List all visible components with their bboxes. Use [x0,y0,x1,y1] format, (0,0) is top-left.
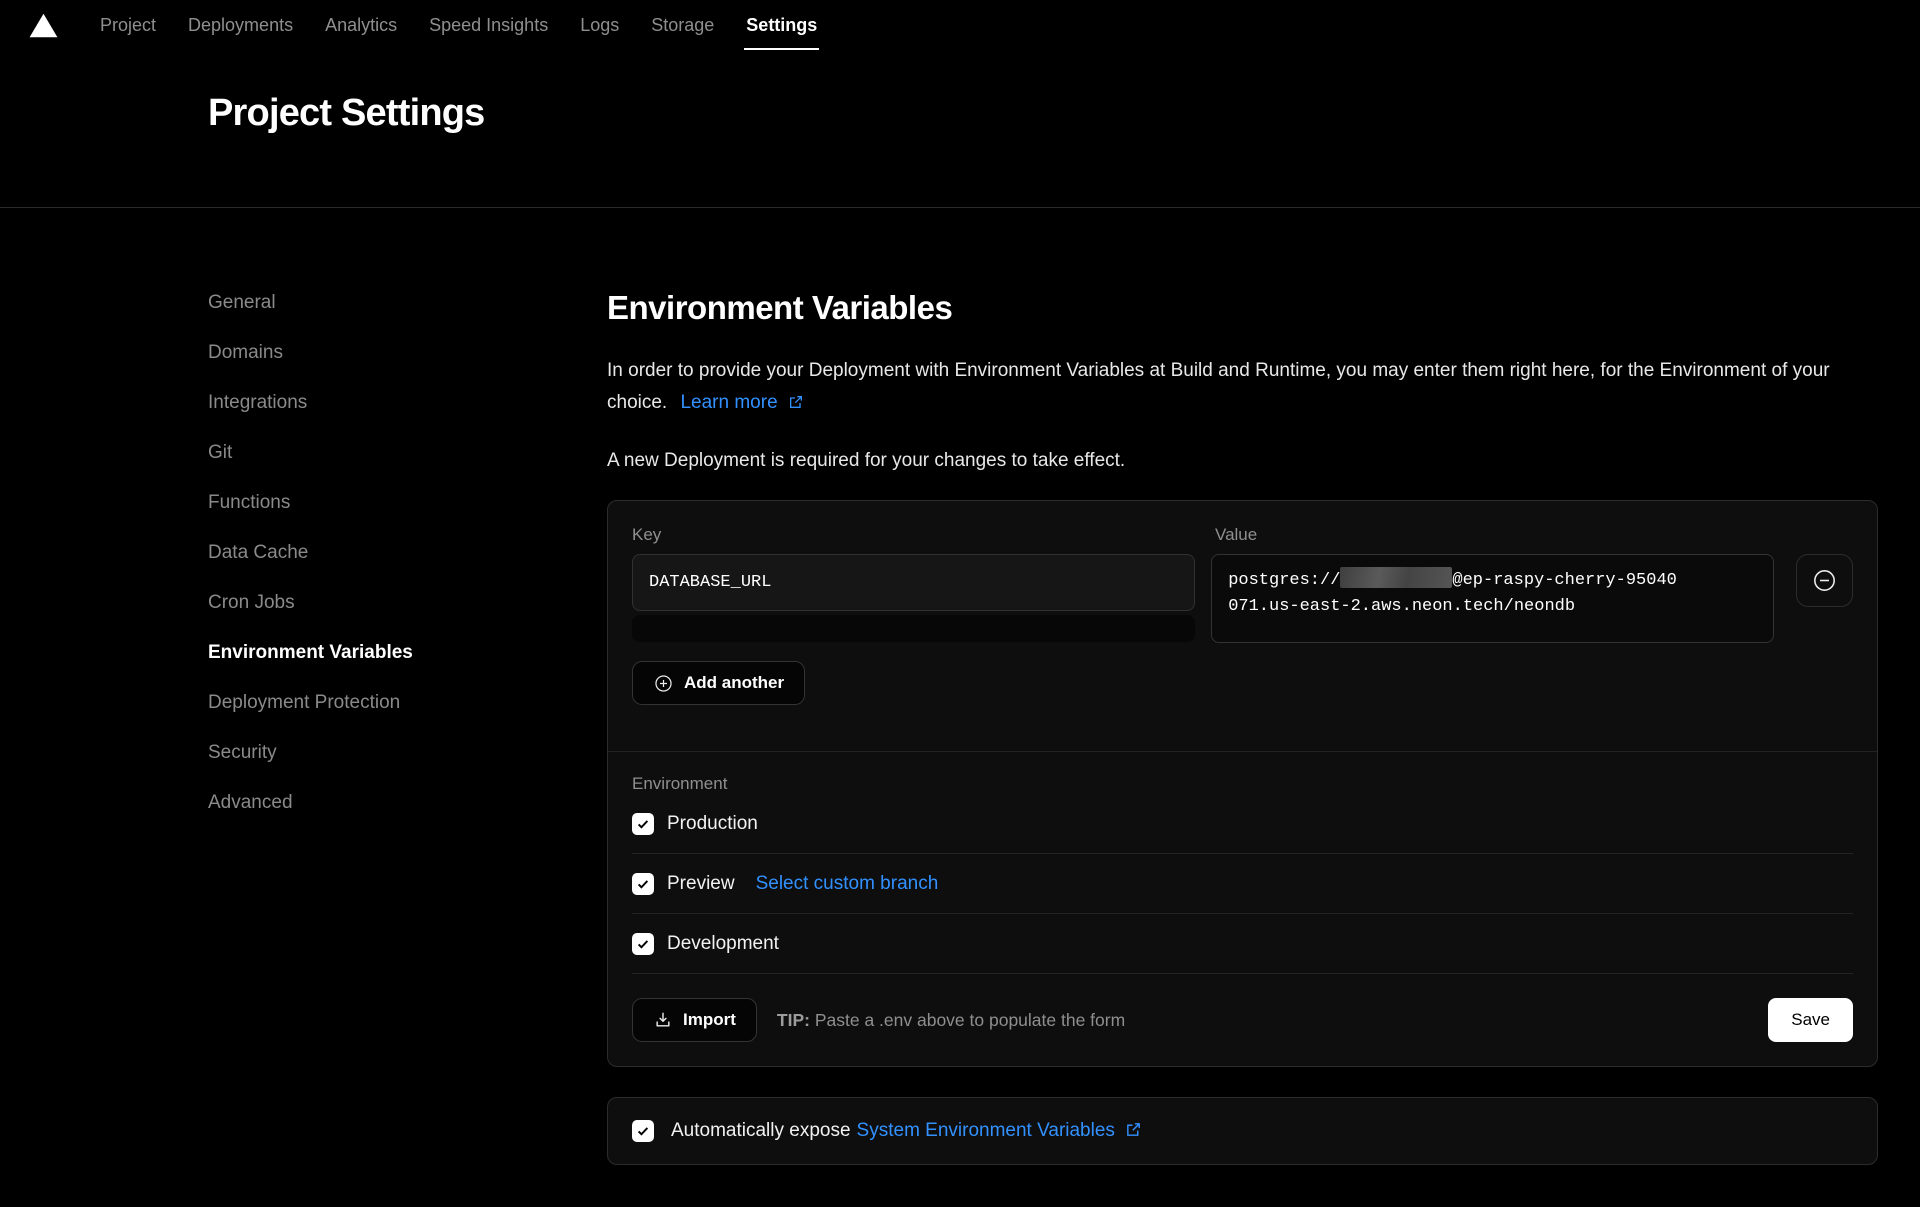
key-value-area: Key Value postgres:// @ep-raspy-cherry-95… [608,501,1877,729]
value-line-1: postgres:// @ep-raspy-cherry-95040 [1228,567,1757,594]
check-icon [636,1124,650,1138]
env-variables-card: Key Value postgres:// @ep-raspy-cherry-95… [607,500,1878,1067]
environment-variables-section: Environment Variables In order to provid… [607,208,1878,1165]
nav-tabs: Project Deployments Analytics Speed Insi… [84,0,833,50]
check-icon [636,877,650,891]
circle-plus-icon [653,673,674,694]
value-input[interactable]: postgres:// @ep-raspy-cherry-95040 071.us… [1211,554,1774,643]
save-button[interactable]: Save [1768,998,1853,1042]
production-checkbox[interactable] [632,813,654,835]
environment-row-preview: Preview Select custom branch [632,854,1853,914]
key-input[interactable] [632,554,1195,611]
value-line-2: 071.us-east-2.aws.neon.tech/neondb [1228,594,1757,620]
tip-body: Paste a .env above to populate the form [815,1010,1125,1030]
preview-label: Preview [667,873,735,895]
sidebar-item-integrations[interactable]: Integrations [208,392,607,442]
nav-tab-label: Speed Insights [429,15,548,36]
nav-tab-label: Deployments [188,15,293,36]
page-title: Project Settings [208,92,1920,135]
value-column: postgres:// @ep-raspy-cherry-95040 071.us… [1211,554,1774,643]
key-input-extension [632,615,1195,642]
sidebar-item-functions[interactable]: Functions [208,492,607,542]
nav-tab-label: Analytics [325,15,397,36]
nav-tab-analytics[interactable]: Analytics [309,0,413,50]
circle-minus-icon [1811,567,1838,594]
remove-variable-button[interactable] [1796,554,1853,607]
development-checkbox[interactable] [632,933,654,955]
nav-tab-deployments[interactable]: Deployments [172,0,309,50]
value-host-part1: @ep-raspy-cherry-95040 [1452,571,1676,590]
active-tab-indicator [744,48,819,50]
add-another-label: Add another [684,673,784,693]
key-label: Key [632,525,1215,545]
external-link-icon [788,394,804,410]
sidebar-item-cron-jobs[interactable]: Cron Jobs [208,592,607,642]
sidebar-item-advanced[interactable]: Advanced [208,792,607,842]
nav-tab-label: Storage [651,15,714,36]
card-footer: Import TIP: Paste a .env above to popula… [608,974,1877,1066]
check-icon [636,937,650,951]
environment-targets: Environment Production Preview Select cu… [608,751,1877,974]
tip-bold: TIP: [777,1010,810,1030]
sidebar-item-security[interactable]: Security [208,742,607,792]
section-title: Environment Variables [607,289,1878,327]
tip-text: TIP: Paste a .env above to populate the … [777,1010,1125,1031]
sidebar-item-general[interactable]: General [208,292,607,342]
nav-tab-logs[interactable]: Logs [564,0,635,50]
check-icon [636,817,650,831]
import-button[interactable]: Import [632,998,757,1042]
vercel-logo[interactable] [29,0,58,50]
value-prefix: postgres:// [1228,571,1340,590]
external-link-icon [1125,1121,1142,1138]
production-label: Production [667,813,758,835]
environment-row-production: Production [632,794,1853,854]
value-host-part2: 071.us-east-2.aws.neon.tech/neondb [1228,597,1575,616]
vercel-triangle-icon [29,13,58,38]
nav-tab-project[interactable]: Project [84,0,172,50]
auto-expose-checkbox[interactable] [632,1120,654,1142]
system-env-card: Automatically expose System Environment … [607,1097,1878,1165]
add-another-button[interactable]: Add another [632,661,805,705]
nav-tab-storage[interactable]: Storage [635,0,730,50]
nav-tab-speed-insights[interactable]: Speed Insights [413,0,564,50]
key-value-labels: Key Value [632,525,1853,545]
nav-tab-label: Project [100,15,156,36]
system-env-link-label: System Environment Variables [857,1120,1115,1141]
import-label: Import [683,1010,736,1030]
environment-label: Environment [632,774,1853,794]
development-label: Development [667,933,779,955]
settings-content: General Domains Integrations Git Functio… [0,208,1920,1165]
environment-row-development: Development [632,914,1853,974]
learn-more-link[interactable]: Learn more [680,392,803,413]
settings-sidebar: General Domains Integrations Git Functio… [208,208,607,1165]
sidebar-item-git[interactable]: Git [208,442,607,492]
sidebar-item-deployment-protection[interactable]: Deployment Protection [208,692,607,742]
top-navigation: Project Deployments Analytics Speed Insi… [0,0,1920,50]
nav-tab-label: Settings [746,15,817,36]
page-header: Project Settings [0,50,1920,207]
sidebar-item-data-cache[interactable]: Data Cache [208,542,607,592]
download-icon [653,1010,673,1030]
auto-expose-label: Automatically expose [671,1120,851,1142]
redacted-credentials [1340,567,1452,588]
key-column [632,554,1195,642]
preview-checkbox[interactable] [632,873,654,895]
nav-tab-settings[interactable]: Settings [730,0,833,50]
select-custom-branch-link[interactable]: Select custom branch [756,873,939,895]
system-env-variables-link[interactable]: System Environment Variables [857,1120,1143,1142]
sidebar-item-domains[interactable]: Domains [208,342,607,392]
nav-tab-label: Logs [580,15,619,36]
value-label: Value [1215,525,1853,545]
learn-more-label: Learn more [680,392,777,413]
sidebar-item-environment-variables[interactable]: Environment Variables [208,642,607,692]
key-value-row: postgres:// @ep-raspy-cherry-95040 071.us… [632,554,1853,643]
section-description: In order to provide your Deployment with… [607,355,1878,419]
deployment-note: A new Deployment is required for your ch… [607,450,1878,472]
